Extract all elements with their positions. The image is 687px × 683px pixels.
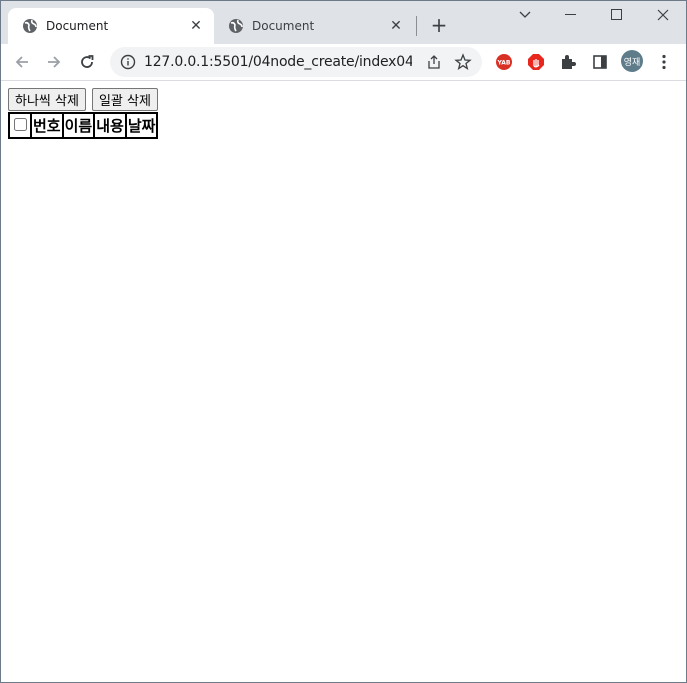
close-tab-icon[interactable]: ✕ — [188, 18, 204, 34]
back-icon[interactable] — [10, 50, 34, 74]
share-icon[interactable] — [426, 54, 442, 70]
menu-kebab-icon[interactable] — [654, 52, 674, 72]
globe-icon — [228, 18, 244, 34]
header-content: 내용 — [94, 113, 126, 138]
delete-all-button[interactable]: 일괄 삭제 — [91, 88, 158, 111]
site-info-icon[interactable] — [120, 54, 136, 70]
puzzle-extensions-icon[interactable] — [558, 52, 578, 72]
data-table: 번호 이름 내용 날짜 — [8, 112, 159, 139]
forward-icon[interactable] — [42, 50, 66, 74]
tab-title: Document — [252, 19, 315, 33]
select-all-checkbox[interactable] — [13, 117, 27, 131]
header-number: 번호 — [31, 113, 63, 138]
tab-separator — [416, 16, 417, 36]
tab-search-icon[interactable] — [510, 4, 540, 26]
profile-avatar[interactable]: 영재 — [621, 50, 643, 72]
header-checkbox-cell — [9, 113, 31, 138]
header-name: 이름 — [62, 113, 95, 138]
new-tab-button[interactable]: + — [428, 13, 450, 37]
address-bar[interactable]: 127.0.0.1:5501/04node_create/index04(... — [110, 47, 482, 77]
side-panel-icon[interactable] — [590, 52, 610, 72]
header-date: 날짜 — [125, 113, 158, 138]
reload-icon[interactable] — [75, 50, 99, 74]
svg-text:YAB: YAB — [497, 60, 511, 67]
bookmark-star-icon[interactable] — [454, 53, 472, 71]
adblock-extension-icon[interactable] — [526, 52, 546, 72]
delete-one-button[interactable]: 하나씩 삭제 — [8, 88, 86, 111]
table-header-row: 번호 이름 내용 날짜 — [9, 113, 158, 138]
close-window-button[interactable] — [648, 4, 678, 26]
tab-title: Document — [46, 19, 109, 33]
maximize-button[interactable] — [602, 4, 632, 26]
globe-icon — [22, 18, 38, 34]
tab-strip: Document ✕ Document ✕ + — [0, 0, 687, 44]
page-content: 하나씩 삭제 일괄 삭제 번호 이름 내용 날짜 — [0, 81, 687, 683]
close-tab-icon[interactable]: ✕ — [388, 18, 404, 34]
tab-document-active[interactable]: Document ✕ — [8, 8, 214, 44]
toolbar: 127.0.0.1:5501/04node_create/index04(...… — [0, 44, 687, 81]
tab-document[interactable]: Document ✕ — [214, 8, 414, 44]
url-text: 127.0.0.1:5501/04node_create/index04(... — [144, 54, 412, 70]
yab-extension-icon[interactable]: YAB — [494, 52, 514, 72]
minimize-button[interactable] — [556, 4, 586, 26]
button-row: 하나씩 삭제 일괄 삭제 — [8, 88, 158, 111]
